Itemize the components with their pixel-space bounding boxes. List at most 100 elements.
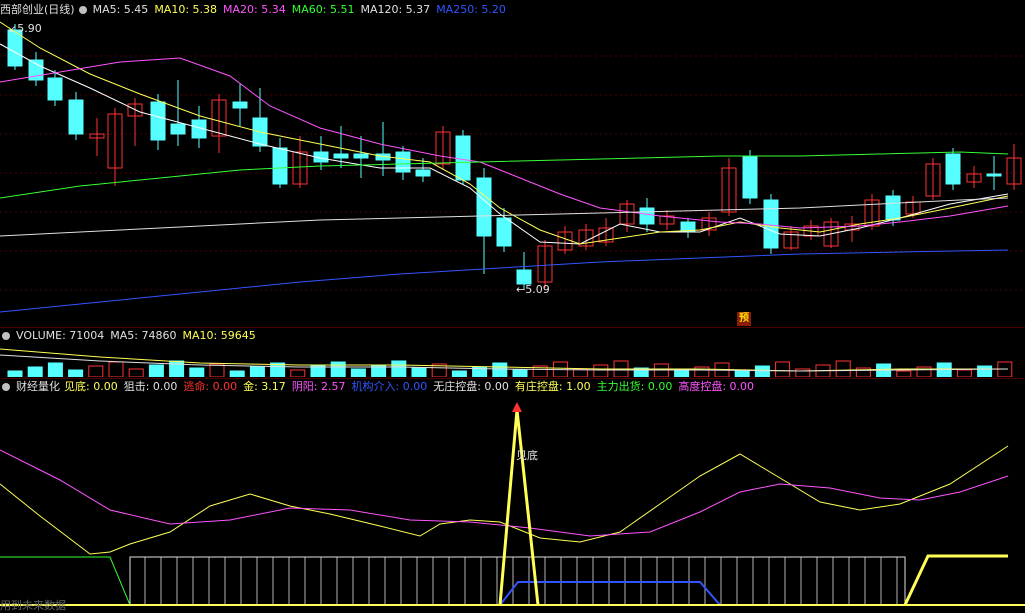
- volume-chart[interactable]: [0, 345, 1025, 377]
- forecast-badge[interactable]: 预: [737, 312, 751, 326]
- candle-body: [496, 217, 512, 247]
- candle-body: [945, 153, 961, 185]
- candle-body: [885, 195, 901, 221]
- volume-bar: [451, 370, 467, 377]
- indicator-legend-item: 有庄控盘: 1.00: [514, 380, 591, 393]
- indicator-legend-item: 狙击: 0.00: [123, 380, 178, 393]
- settings-dot-icon[interactable]: [78, 6, 87, 14]
- volume-bar: [148, 364, 164, 377]
- moving-average-line: [0, 151, 1009, 199]
- candle-body: [150, 101, 166, 141]
- ma-legend-item: MA20: 5.34: [223, 3, 286, 16]
- volume-bar: [350, 368, 366, 377]
- indicator-legend: 见底: 0.00 狙击: 0.00 逃命: 0.00 金: 3.17 阴阳: 2.57 机…: [64, 380, 760, 393]
- volume-bar: [47, 362, 63, 377]
- indicator-legend-item: 阴阳: 2.57: [291, 380, 346, 393]
- volume-bar: [249, 366, 265, 377]
- volume-bar: [593, 364, 609, 377]
- volume-bar: [795, 368, 811, 377]
- volume-legend: VOLUME: 71004 MA5: 74860 MA10: 59645: [16, 329, 262, 342]
- control-zone-box: [129, 556, 906, 606]
- volume-bar: [674, 370, 690, 377]
- volume-legend-item: MA5: 74860: [110, 329, 177, 342]
- volume-bar: [88, 365, 104, 377]
- volume-bar: [128, 368, 144, 377]
- candle-body: [272, 147, 288, 185]
- moving-average-line: [0, 57, 1009, 229]
- volume-bar: [209, 363, 225, 377]
- indicator-header: 财经量化 见底: 0.00 狙击: 0.00 逃命: 0.00 金: 3.17 阴阳: 2…: [0, 379, 766, 395]
- volume-legend-item: VOLUME: 71004: [16, 329, 105, 342]
- volume-bar: [290, 369, 306, 377]
- candle-body: [742, 155, 758, 199]
- volume-legend-item: MA10: 59645: [182, 329, 256, 342]
- ma-legend-item: MA5: 5.45: [92, 3, 149, 16]
- oscillator-line: [0, 445, 1009, 555]
- volume-bar: [956, 369, 972, 377]
- institution-line: [499, 581, 721, 606]
- indicator-chart[interactable]: [0, 396, 1025, 612]
- volume-bar: [27, 366, 43, 377]
- volume-bar: [775, 361, 791, 377]
- candle-body: [415, 169, 431, 177]
- bottom-signal-spike: [498, 409, 540, 606]
- ma-legend-item: MA120: 5.37: [360, 3, 431, 16]
- volume-bar: [330, 361, 346, 377]
- volume-bar: [754, 365, 770, 377]
- volume-bar: [896, 370, 912, 377]
- settings-dot-icon[interactable]: [2, 332, 10, 340]
- volume-bar: [492, 362, 508, 377]
- candlestick-chart[interactable]: [0, 18, 1025, 328]
- volume-bar: [391, 360, 407, 377]
- control-line: [903, 554, 1008, 606]
- candle-body: [639, 207, 655, 225]
- indicator-legend-item: 高度控盘: 0.00: [678, 380, 755, 393]
- volume-bar: [734, 369, 750, 377]
- volume-bar: [411, 367, 427, 377]
- candle-body: [516, 269, 532, 285]
- candle-body: [476, 177, 492, 237]
- candle-body: [455, 135, 471, 181]
- volume-header: VOLUME: 71004 MA5: 74860 MA10: 59645: [0, 328, 268, 344]
- volume-bar: [108, 361, 124, 377]
- candle-body: [68, 99, 84, 135]
- candle-body: [986, 173, 1002, 177]
- indicator-legend-item: 逃命: 0.00: [183, 380, 238, 393]
- ma-legend-item: MA250: 5.20: [436, 3, 506, 16]
- volume-bar: [977, 365, 993, 377]
- indicator-legend-item: 金: 3.17: [243, 380, 286, 393]
- candle-body: [763, 199, 779, 249]
- settings-dot-icon[interactable]: [2, 383, 10, 391]
- signal-arrow-icon: [512, 402, 522, 412]
- low-price-label: ←5.09: [516, 283, 550, 296]
- volume-bar: [835, 360, 851, 377]
- volume-bar: [653, 363, 669, 377]
- signal-label: 见底: [516, 449, 538, 462]
- ma-legend: MA5: 5.45 MA10: 5.38 MA20: 5.34 MA60: 5.51 M…: [93, 3, 512, 16]
- indicator-legend-item: 无庄控盘: 0.00: [433, 380, 509, 393]
- stock-title[interactable]: 西部创业(日线): [0, 3, 75, 16]
- candle-body: [47, 77, 63, 101]
- moving-average-line: [0, 249, 1009, 313]
- volume-bar: [310, 365, 326, 377]
- indicator-legend-item: 主力出货: 0.00: [596, 380, 673, 393]
- volume-bar: [512, 369, 528, 377]
- indicator-legend-item: 机构介入: 0.00: [351, 380, 428, 393]
- high-price-label: ↙5.90: [8, 22, 42, 35]
- ma-legend-item: MA60: 5.51: [291, 3, 355, 16]
- volume-bar: [7, 370, 23, 377]
- volume-bar: [68, 369, 84, 377]
- volume-bar: [189, 367, 205, 377]
- candle-body: [395, 151, 411, 173]
- indicator-legend-item: 见底: 0.00: [64, 380, 118, 393]
- candle-body: [353, 153, 369, 159]
- candle-body: [333, 153, 349, 159]
- candle-body: [232, 101, 248, 109]
- indicator-title[interactable]: 财经量化: [16, 380, 60, 393]
- main-header: 西部创业(日线) MA5: 5.45 MA10: 5.38 MA20: 5.34 MA6…: [0, 2, 518, 18]
- volume-bar: [694, 366, 710, 377]
- volume-bar: [916, 366, 932, 377]
- ma-legend-item: MA10: 5.38: [154, 3, 218, 16]
- future-data-footer: 用到未来数据: [0, 599, 66, 612]
- candle-body: [170, 123, 186, 135]
